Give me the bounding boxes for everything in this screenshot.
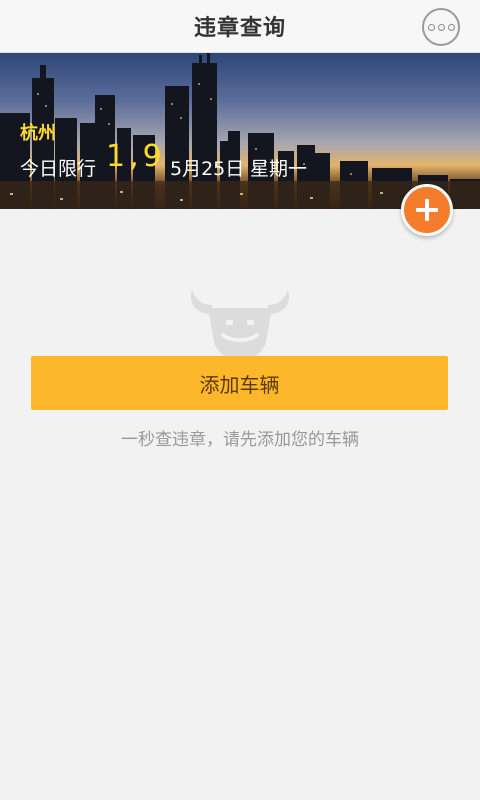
top-bar: 违章查询 (0, 0, 480, 53)
plus-icon[interactable] (401, 184, 453, 236)
empty-state-hint: 一秒查违章，请先添加您的车辆 (121, 430, 359, 450)
add-vehicle-button[interactable]: 添加车辆 (31, 356, 448, 410)
city-skyline-image (0, 53, 480, 209)
more-dots-icon[interactable] (422, 8, 460, 46)
city-banner: 杭州 今日限行 1,9 5月25日 星期一 (0, 53, 480, 209)
weekday-text: 星期一 (250, 158, 308, 180)
page-title: 违章查询 (193, 16, 286, 41)
traffic-limit-numbers: 1,9 (106, 139, 166, 174)
city-name[interactable]: 杭州 (20, 119, 56, 145)
date-text: 5月25日 (170, 158, 245, 180)
bull-icon (190, 290, 290, 360)
traffic-limit-label: 今日限行 (20, 158, 97, 180)
